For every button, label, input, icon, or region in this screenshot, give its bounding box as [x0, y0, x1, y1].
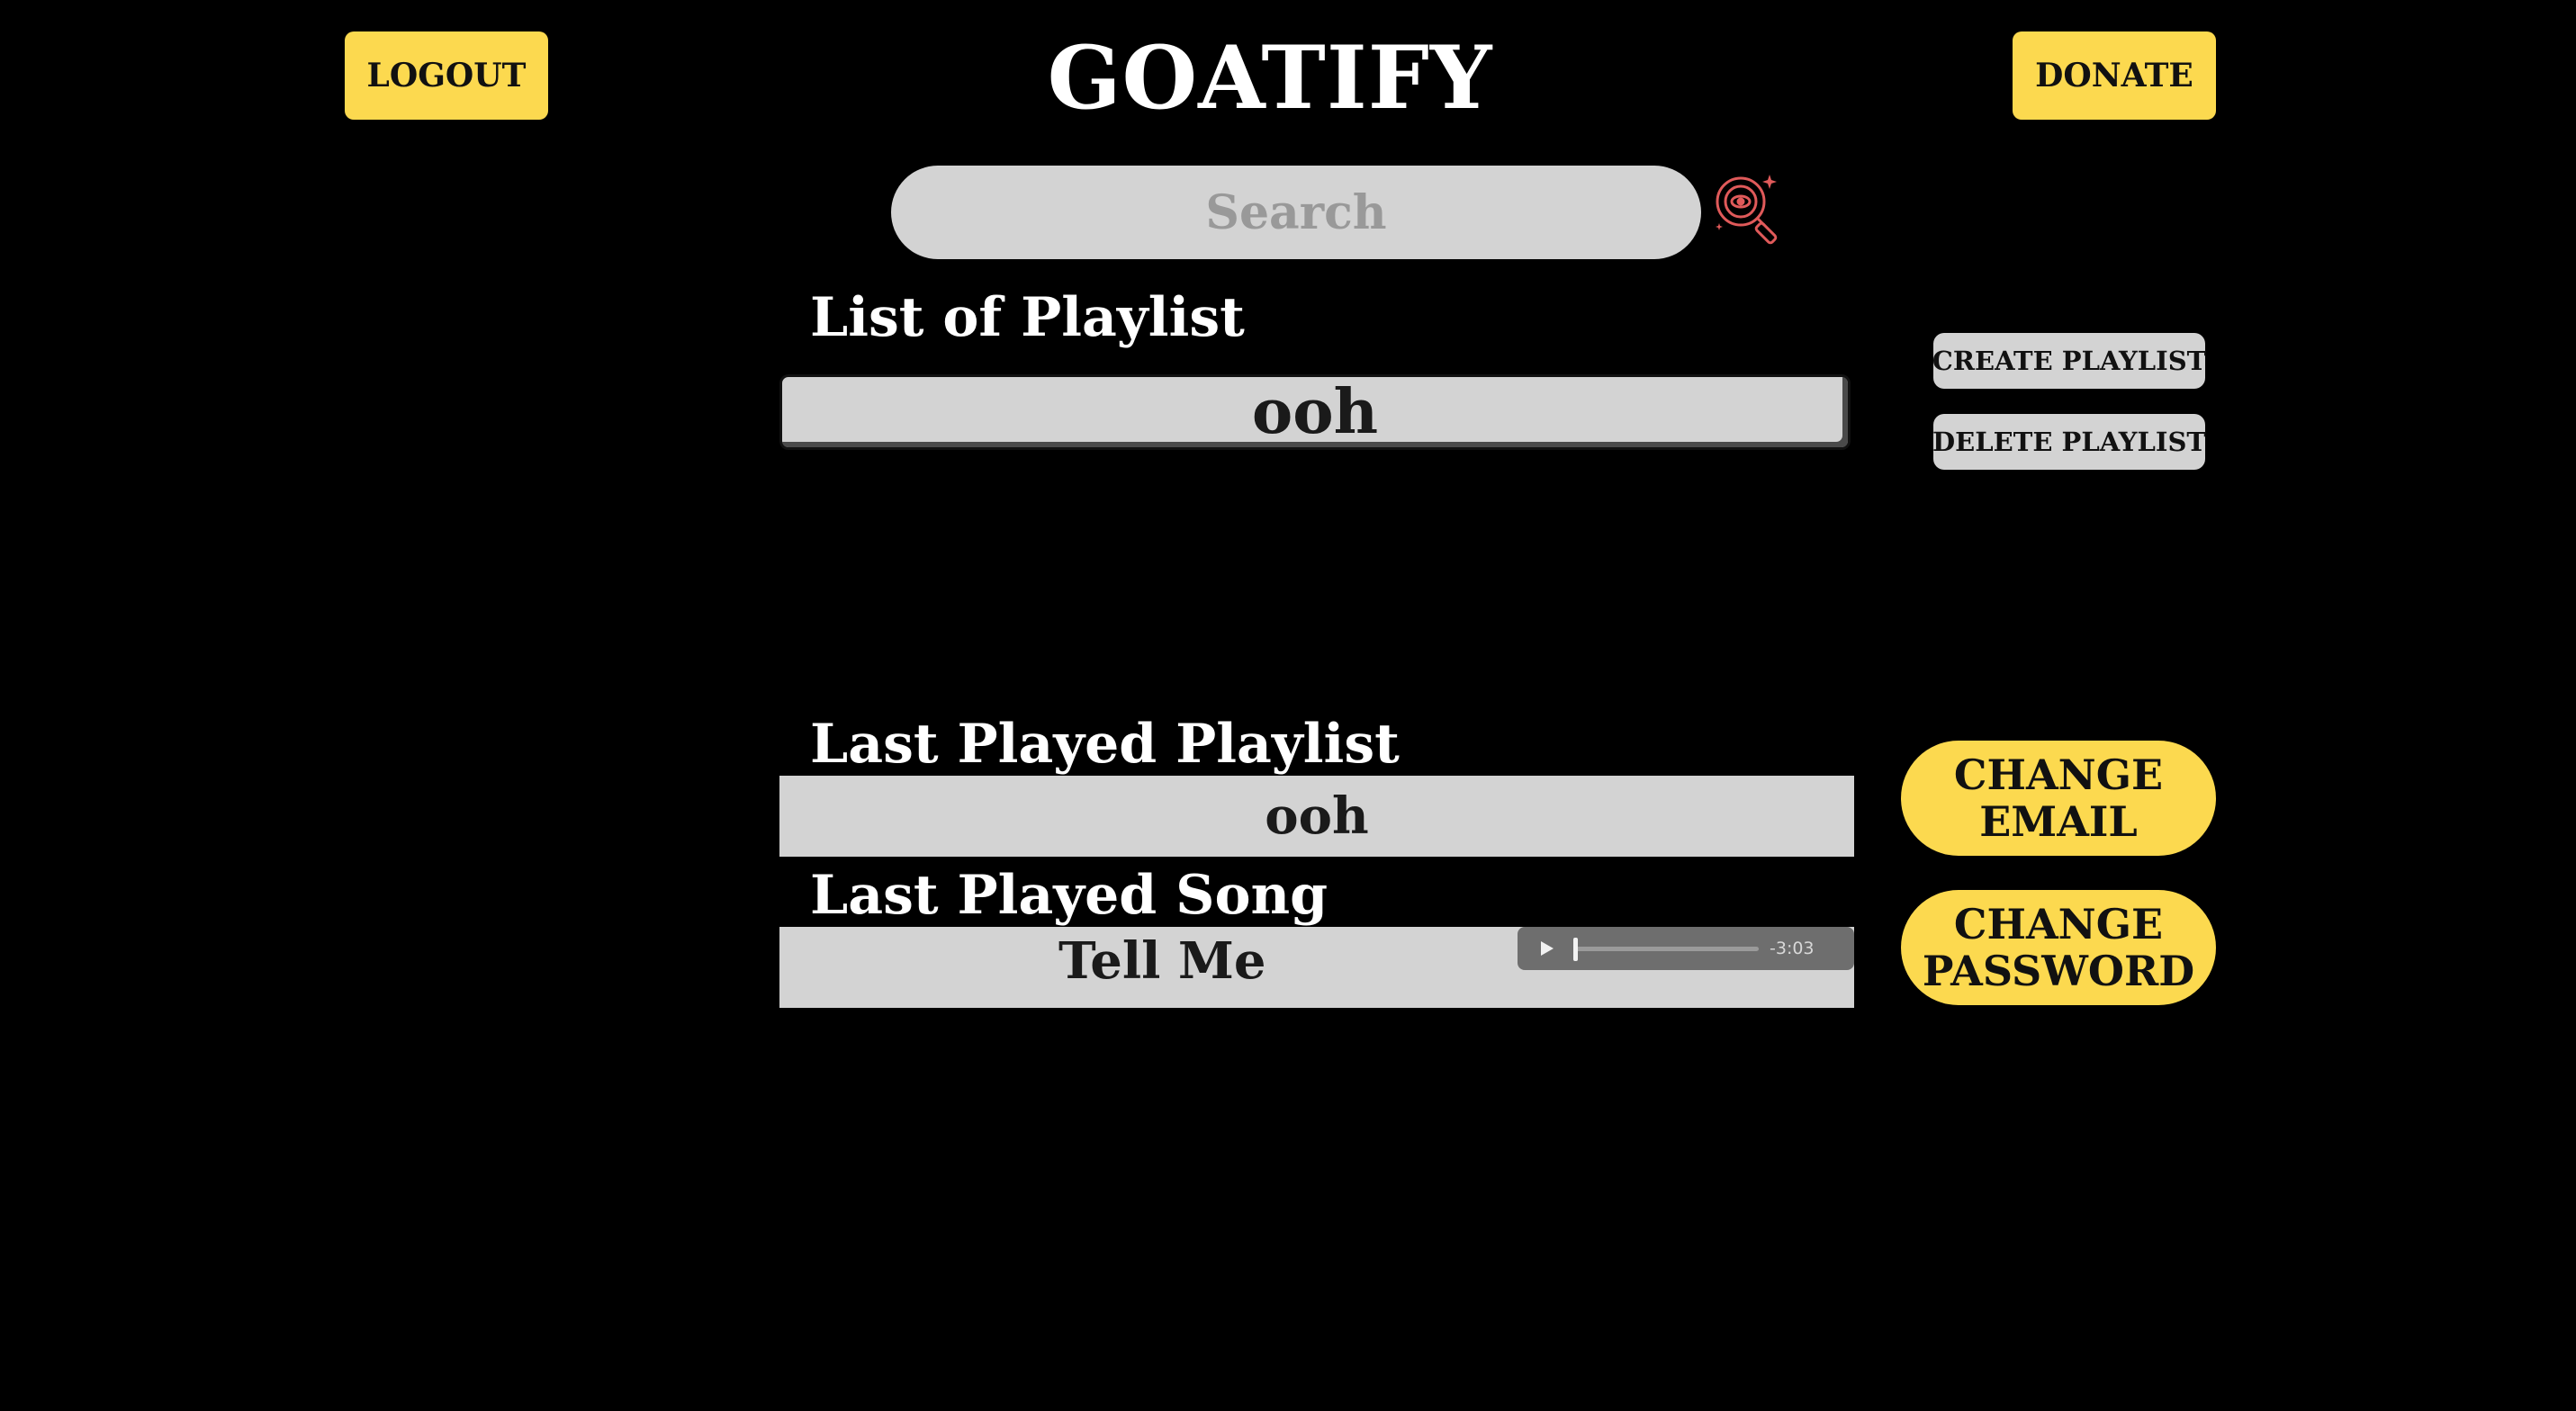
change-password-line2: PASSWORD	[1922, 947, 2195, 995]
last-played-song-heading: Last Played Song	[810, 864, 1329, 927]
playlist-list-heading: List of Playlist	[810, 286, 1245, 349]
app-title: GOATIFY	[1047, 27, 1493, 129]
last-played-playlist-heading: Last Played Playlist	[810, 713, 1400, 776]
change-email-line1: CHANGE	[1953, 750, 2164, 799]
create-playlist-button[interactable]: CREATE PLAYLIST	[1932, 333, 2206, 389]
change-password-button[interactable]: CHANGE PASSWORD	[1901, 890, 2216, 1005]
play-icon[interactable]	[1530, 932, 1563, 965]
change-password-line1: CHANGE	[1953, 900, 2164, 948]
last-played-song-box: Tell Me -3:03	[779, 927, 1854, 1008]
logout-button[interactable]: LOGOUT	[345, 31, 548, 120]
page: LOGOUT GOATIFY DONATE List of Playlist o…	[0, 0, 2576, 1411]
last-played-playlist-value: ooh	[779, 776, 1854, 857]
last-played-song-value: Tell Me	[1058, 931, 1266, 991]
time-remaining: -3:03	[1770, 939, 1815, 958]
search-input[interactable]	[891, 166, 1701, 259]
vinyl-search-icon[interactable]	[1710, 171, 1786, 247]
playlist-item[interactable]: ooh	[779, 374, 1851, 450]
change-email-button[interactable]: CHANGE EMAIL	[1901, 741, 2216, 856]
audio-player: -3:03	[1518, 927, 1854, 970]
delete-playlist-button[interactable]: DELETE PLAYLIST	[1932, 414, 2206, 470]
donate-button[interactable]: DONATE	[2013, 31, 2216, 120]
change-password-label: CHANGE PASSWORD	[1923, 901, 2194, 994]
change-email-line2: EMAIL	[1979, 797, 2138, 846]
seek-bar[interactable]	[1573, 938, 1759, 961]
seek-handle[interactable]	[1573, 938, 1578, 961]
change-email-label: CHANGE EMAIL	[1954, 751, 2163, 845]
